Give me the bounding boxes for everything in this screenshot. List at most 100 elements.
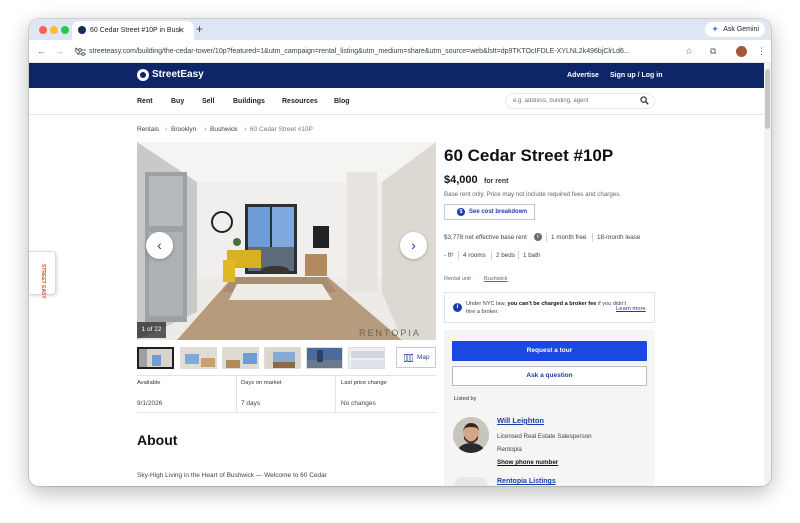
ask-question-button[interactable]: Ask a question	[452, 366, 647, 386]
days-on-market-value: 7 days	[241, 400, 261, 407]
tab-strip: 60 Cedar Street #10P in Busł ✕ + ✦ Ask G…	[29, 19, 771, 40]
extensions-icon[interactable]: ⧉	[710, 45, 716, 57]
search-icon[interactable]	[640, 96, 649, 105]
back-icon[interactable]: ←	[37, 45, 46, 57]
logo-text: StreetEasy	[152, 69, 204, 80]
breadcrumb-bushwick[interactable]: Bushwick	[210, 125, 237, 134]
breadcrumb-chevron-icon: ›	[204, 126, 207, 133]
ask-gemini-button[interactable]: ✦ Ask Gemini	[705, 22, 765, 37]
about-heading: About	[137, 432, 178, 448]
agent-avatar[interactable]	[453, 417, 489, 453]
stats-divider	[137, 375, 436, 376]
listed-by-label: Listed by	[454, 396, 477, 402]
rooms: 4 rooms	[463, 252, 486, 259]
last-price-change-value: No changes	[341, 400, 376, 407]
photo-thumbnail[interactable]	[180, 347, 217, 369]
browser-toolbar: ← → ↻ streeteasy.com/building/the-cedar-…	[29, 40, 771, 63]
photo-thumbnail[interactable]	[264, 347, 301, 369]
page-scrollbar[interactable]	[764, 63, 771, 486]
streeteasy-logo[interactable]: StreetEasy	[137, 68, 204, 82]
info-icon[interactable]: i	[534, 233, 542, 241]
listing-price: $4,000	[444, 174, 478, 186]
nav-resources[interactable]: Resources	[282, 97, 318, 107]
photo-thumbnail[interactable]	[137, 347, 174, 369]
listing-photo[interactable]: ‹ › 1 of 22 RENTOPIA	[137, 142, 436, 340]
broker-fee-notice: i Under NYC law, you can't be charged a …	[444, 292, 655, 323]
minimize-window-button[interactable]	[50, 26, 58, 34]
site-settings-icon[interactable]	[77, 48, 86, 56]
scrollbar-thumb[interactable]	[765, 69, 770, 129]
breadcrumb-chevron-icon: ›	[165, 126, 168, 133]
about-description: Sky-High Living in the Heart of Bushwick…	[137, 472, 327, 479]
search-input[interactable]	[505, 93, 655, 109]
square-feet: - ft²	[444, 252, 454, 259]
price-note: Base rent only. Price may not include re…	[444, 191, 622, 198]
baths: 1 bath	[523, 252, 541, 259]
available-label: Available	[137, 380, 161, 386]
neighborhood-link[interactable]: Bushwick	[484, 275, 508, 283]
meta-divider	[458, 251, 459, 260]
gemini-sparkle-icon: ✦	[711, 24, 719, 34]
show-phone-link[interactable]: Show phone number	[497, 459, 558, 467]
broker-fee-text: Under NYC law, you can't be charged a br…	[466, 301, 627, 315]
streeteasy-side-widget[interactable]: STREET EASY	[29, 251, 56, 299]
browser-tab[interactable]: 60 Cedar Street #10P in Busł ✕	[72, 21, 194, 40]
agent-firm: Rentopia	[497, 446, 522, 453]
close-tab-icon[interactable]: ✕	[178, 21, 185, 40]
map-icon	[404, 354, 413, 362]
advertise-link[interactable]: Advertise	[567, 71, 599, 81]
apartment-photo-image	[137, 142, 436, 340]
forward-icon[interactable]: →	[55, 45, 64, 57]
contact-panel: Request a tour Ask a question Listed by …	[444, 330, 655, 486]
close-window-button[interactable]	[39, 26, 47, 34]
next-photo-button[interactable]: ›	[400, 232, 427, 259]
breadcrumb-brooklyn[interactable]: Brooklyn	[171, 125, 196, 134]
browser-menu-icon[interactable]: ⋮	[757, 45, 766, 57]
photo-thumbnail[interactable]	[306, 347, 343, 369]
net-effective-rent: $3,778 net effective base rent	[444, 234, 527, 241]
beds: 2 beds	[496, 252, 515, 259]
last-price-change-label: Last price change	[341, 380, 387, 386]
streeteasy-favicon-icon	[78, 26, 86, 34]
stats-divider	[236, 375, 237, 412]
map-label: Map	[417, 354, 430, 361]
meta-divider	[546, 233, 547, 242]
profile-avatar[interactable]	[736, 46, 747, 57]
learn-more-link[interactable]: Learn more	[616, 305, 646, 313]
map-button[interactable]: Map	[396, 347, 436, 368]
days-on-market-label: Days on market	[241, 380, 282, 386]
breadcrumb-current: 60 Cedar Street #10P	[250, 126, 313, 133]
nav-buildings[interactable]: Buildings	[233, 97, 265, 107]
signup-login-link[interactable]: Sign up / Log in	[610, 71, 663, 81]
photo-watermark: RENTOPIA	[359, 328, 421, 338]
dollar-icon: $	[457, 208, 465, 216]
photo-thumbnail[interactable]	[348, 347, 385, 369]
unit-type: Rental unit	[444, 276, 471, 282]
concession: 1 month free	[551, 234, 587, 241]
agent-name-link[interactable]: Will Leighton	[497, 416, 544, 426]
previous-photo-button[interactable]: ‹	[146, 232, 173, 259]
nav-buy[interactable]: Buy	[171, 97, 184, 107]
listing-title: 60 Cedar Street #10P	[444, 146, 614, 165]
site-header: StreetEasy Advertise Sign up / Log in	[29, 63, 771, 88]
nav-rent[interactable]: Rent	[137, 97, 153, 107]
meta-divider	[491, 251, 492, 260]
new-tab-icon[interactable]: +	[196, 21, 203, 38]
stats-divider	[335, 375, 336, 412]
address-bar[interactable]: streeteasy.com/building/the-cedar-tower/…	[89, 44, 673, 59]
nav-blog[interactable]: Blog	[334, 97, 350, 107]
photo-thumbnail[interactable]	[222, 347, 259, 369]
main-nav: Rent Buy Sell Buildings Resources Blog	[29, 88, 764, 115]
nav-sell[interactable]: Sell	[202, 97, 214, 107]
request-tour-button[interactable]: Request a tour	[452, 341, 647, 361]
breadcrumb-rentals[interactable]: Rentals	[137, 125, 159, 134]
cost-breakdown-button[interactable]: $ See cost breakdown	[444, 204, 535, 220]
streeteasy-logo-icon	[137, 69, 149, 81]
cost-breakdown-label: See cost breakdown	[469, 209, 528, 215]
firm-listings-link[interactable]: Rentopia Listings	[497, 477, 556, 486]
meta-divider	[518, 251, 519, 260]
maximize-window-button[interactable]	[61, 26, 69, 34]
rentopia-logo	[454, 477, 488, 486]
bookmark-star-icon[interactable]: ☆	[685, 45, 693, 57]
gemini-label: Ask Gemini	[723, 26, 759, 33]
